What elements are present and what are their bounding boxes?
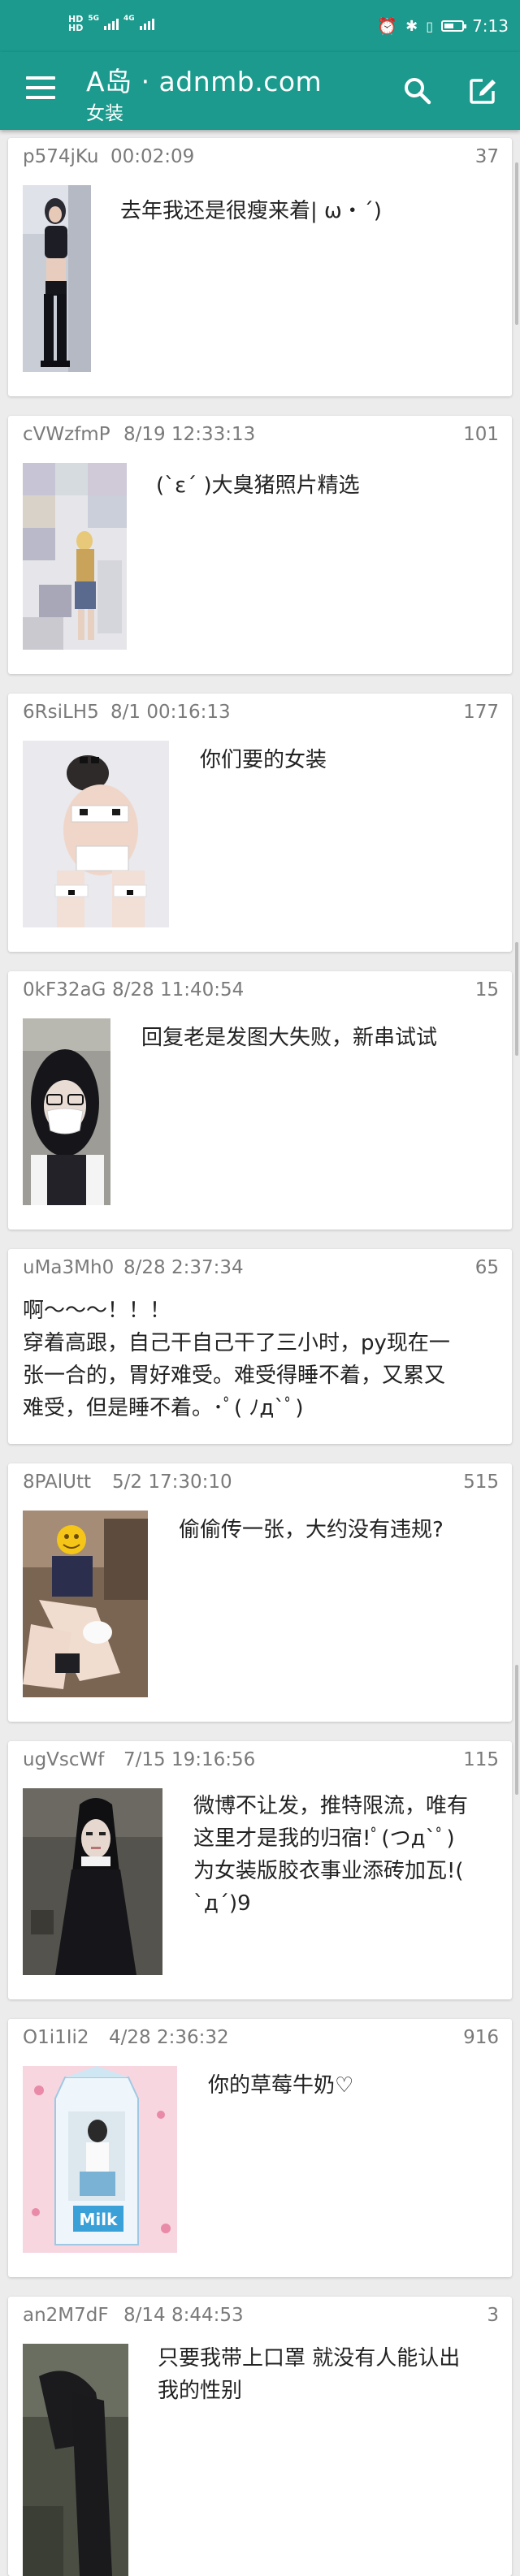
edit-icon[interactable]	[468, 76, 497, 106]
thread-header: 8PAlUtt 5/2 17:30:10 515	[23, 1472, 499, 1496]
thread-card[interactable]: 0kF32aG 8/28 11:40:54 15 回复老是发图大失败，新串试试	[8, 971, 512, 1230]
thread-time: 4/28 2:36:32	[109, 2027, 229, 2048]
menu-icon[interactable]	[26, 76, 55, 101]
thread-header: 0kF32aG 8/28 11:40:54 15	[23, 979, 499, 1004]
alarm-icon: ⏰	[377, 16, 398, 36]
thread-time: 8/28 2:37:34	[124, 1257, 244, 1278]
search-icon[interactable]	[403, 76, 432, 106]
vibrate-icon: ▯	[426, 18, 434, 34]
milk-label: Milk	[80, 2210, 119, 2229]
thread-header: ugVscWf 7/15 19:16:56 115	[23, 1749, 499, 1774]
thread-uid: uMa3Mh0	[23, 1257, 115, 1278]
thread-card[interactable]: p574jKu 00:02:09 37 去年我还是很瘦来着| ω・´)	[8, 138, 512, 396]
reply-count: 916	[463, 2027, 499, 2048]
thread-uid: 0kF32aG	[23, 979, 106, 1001]
thread-body-line-4: 难受，但是睡不着。･ﾟ( ﾉд`ﾟ)	[23, 1396, 304, 1420]
thread-thumbnail[interactable]	[23, 741, 169, 927]
thread-uid: ugVscWf	[23, 1749, 105, 1770]
scrollbar-thumb[interactable]	[515, 162, 518, 325]
sig2-label: 4G	[124, 15, 135, 23]
thread-uid: 6RsiLH5	[23, 702, 99, 723]
thread-body-line-1: 只要我带上口罩 就没有人能认出	[158, 2346, 461, 2371]
thread-card[interactable]: ugVscWf 7/15 19:16:56 115 微博不让发，推特限流，唯有 …	[8, 1741, 512, 1999]
thread-uid: p574jKu	[23, 146, 99, 167]
app-bar: A岛 · adnmb.com 女装	[0, 52, 520, 130]
reply-count: 65	[474, 1257, 499, 1278]
thread-time: 5/2 17:30:10	[112, 1472, 232, 1493]
reply-count: 3	[487, 2305, 499, 2326]
thread-body: 微博不让发，推特限流，唯有 这里才是我的归宿!ﾟ(つд`ﾟ) 为女装版胶衣事业添…	[193, 1790, 502, 1920]
scrollbar-thumb-2[interactable]	[515, 942, 518, 1056]
thread-header: cVWzfmP 8/19 12:33:13 101	[23, 424, 499, 448]
thread-uid: cVWzfmP	[23, 424, 110, 445]
thread-body: 只要我带上口罩 就没有人能认出 我的性别	[158, 2342, 502, 2407]
reply-count: 101	[463, 424, 499, 445]
thread-thumbnail[interactable]	[23, 1018, 110, 1205]
status-bar: HD HD 5G 4G ⏰ ✱ ▯ 7:13	[0, 0, 520, 52]
status-right: ⏰ ✱ ▯ 7:13	[377, 16, 509, 36]
thread-header: p574jKu 00:02:09 37	[23, 146, 499, 171]
thread-header: uMa3Mh0 8/28 2:37:34 65	[23, 1257, 499, 1282]
thread-uid: an2M7dF	[23, 2305, 109, 2326]
thread-title: 你们要的女装	[200, 748, 327, 772]
reply-count: 177	[463, 702, 499, 723]
thread-card[interactable]: cVWzfmP 8/19 12:33:13 101 (`ε´)大臭猪照片精选	[8, 416, 512, 674]
thread-card[interactable]: an2M7dF 8/14 8:44:53 3 只要我带上口罩 就没有人能认出 我…	[8, 2297, 512, 2576]
thread-header: an2M7dF 8/14 8:44:53 3	[23, 2305, 499, 2329]
signal-bars-2-icon	[139, 17, 154, 30]
battery-icon	[441, 20, 467, 32]
thread-time: 8/19 12:33:13	[124, 424, 256, 445]
thread-body-line-2: 我的性别	[158, 2379, 243, 2403]
thread-body-line-1: 啊～～～！！！	[23, 1299, 171, 1323]
thread-body-line-1: 微博不让发，推特限流，唯有	[193, 1794, 469, 1818]
signal-bars-icon	[104, 17, 119, 30]
scrollbar-thumb-3[interactable]	[515, 1665, 518, 1795]
thread-title: 去年我还是很瘦来着| ω・´)	[120, 199, 382, 223]
thread-time: 8/1 00:16:13	[110, 702, 231, 723]
clock: 7:13	[472, 16, 509, 36]
thread-time: 7/15 19:16:56	[124, 1749, 256, 1770]
thread-body-line-3: 张一合的，胃好难受。难受得睡不着，又累又	[23, 1364, 446, 1388]
thread-title: (`ε´ )大臭猪照片精选	[156, 473, 360, 498]
thread-title: 你的草莓牛奶♡	[208, 2073, 354, 2098]
thread-card[interactable]: uMa3Mh0 8/28 2:37:34 65 啊～～～！！！ 穿着高跟，自己干…	[8, 1249, 512, 1444]
thread-body-line-2: 这里才是我的归宿!ﾟ(つд`ﾟ)	[193, 1826, 455, 1851]
thread-thumbnail[interactable]	[23, 185, 91, 372]
thread-thumbnail[interactable]	[23, 2344, 128, 2576]
thread-thumbnail[interactable]	[23, 463, 127, 650]
thread-card[interactable]: O1i1Ii2 4/28 2:36:32 916 Milk 你的草莓牛奶♡	[8, 2019, 512, 2277]
thread-title: 回复老是发图大失败，新串试试	[141, 1026, 438, 1050]
reply-count: 115	[463, 1749, 499, 1770]
sig1-label: 5G	[88, 15, 99, 23]
thread-time: 00:02:09	[110, 146, 195, 167]
thread-body-line-3: 为女装版胶衣事业添砖加瓦!(	[193, 1859, 464, 1883]
thread-card[interactable]: 8PAlUtt 5/2 17:30:10 515 偷偷传一张，大约没有违规?	[8, 1463, 512, 1722]
thread-header: 6RsiLH5 8/1 00:16:13 177	[23, 702, 499, 726]
thread-thumbnail[interactable]: Milk	[23, 2066, 177, 2253]
reply-count: 15	[474, 979, 499, 1001]
thread-thumbnail[interactable]	[23, 1788, 162, 1975]
bluetooth-icon: ✱	[405, 17, 418, 35]
thread-body-line-2: 穿着高跟，自己干自己干了三小时，py现在一	[23, 1331, 450, 1355]
reply-count: 515	[463, 1472, 499, 1493]
thread-title: 偷偷传一张，大约没有违规?	[179, 1518, 444, 1542]
signal-indicators: HD HD 5G 4G	[68, 15, 154, 32]
thread-body: 啊～～～！！！ 穿着高跟，自己干自己干了三小时，py现在一 张一合的，胃好难受。…	[23, 1294, 502, 1424]
thread-time: 8/28 11:40:54	[112, 979, 245, 1001]
forum-name: 女装	[86, 103, 124, 124]
thread-body-line-4: `д´)9	[193, 1891, 251, 1916]
thread-card[interactable]: 6RsiLH5 8/1 00:16:13 177 你们要的女装	[8, 694, 512, 952]
network-type-2: HD	[68, 23, 84, 33]
thread-header: O1i1Ii2 4/28 2:36:32 916	[23, 2027, 499, 2051]
thread-time: 8/14 8:44:53	[124, 2305, 244, 2326]
thread-uid: O1i1Ii2	[23, 2027, 89, 2048]
thread-uid: 8PAlUtt	[23, 1472, 92, 1493]
app-title: A岛 · adnmb.com	[86, 66, 323, 97]
thread-thumbnail[interactable]	[23, 1511, 148, 1697]
reply-count: 37	[474, 146, 499, 167]
